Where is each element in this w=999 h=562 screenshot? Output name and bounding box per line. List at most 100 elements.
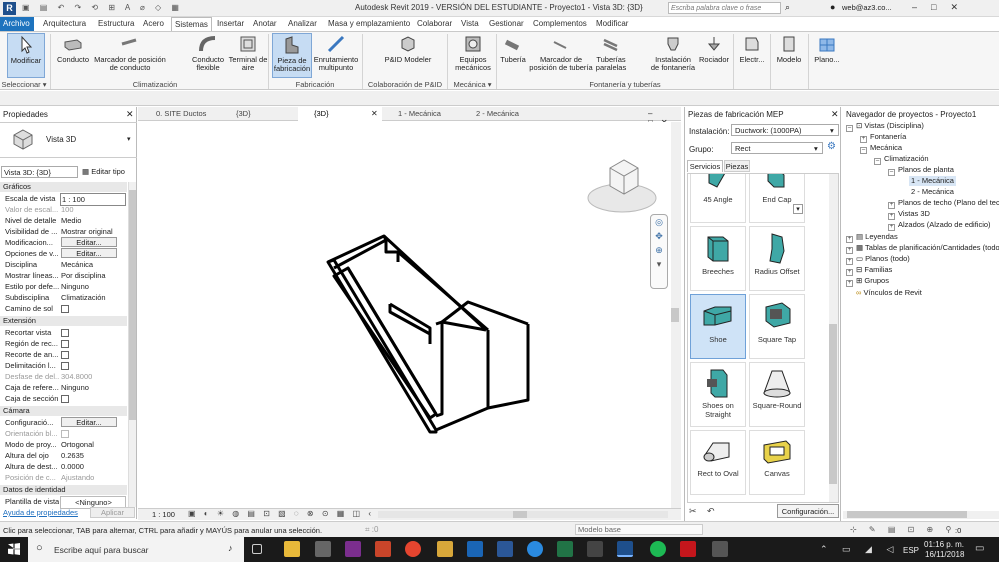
prop-row[interactable]: Región de rec... xyxy=(0,338,128,349)
prop-row[interactable]: Altura del ojo 0.2635 xyxy=(0,450,128,461)
close-icon[interactable]: ✕ xyxy=(126,109,134,120)
part-tile-selected[interactable]: Shoe xyxy=(690,294,746,359)
excel-icon[interactable] xyxy=(557,541,573,557)
view-tab[interactable]: {3D} xyxy=(220,107,280,121)
window-controls[interactable]: –□✕ xyxy=(912,2,972,13)
expand-icon[interactable]: + xyxy=(846,280,853,287)
scrollbar-thumb[interactable] xyxy=(129,190,136,420)
edit-button[interactable]: Editar... xyxy=(61,417,117,427)
collapse-icon[interactable]: – xyxy=(846,125,853,132)
work-plane-button[interactable]: Plano... xyxy=(812,33,842,78)
tree-node[interactable]: + ▭ Planos (todo) xyxy=(846,254,910,265)
acrobat-icon[interactable] xyxy=(680,541,696,557)
tab-masa[interactable]: Masa y emplazamiento xyxy=(325,17,413,31)
pipe-placeholder-button[interactable]: Marcador de posición de tubería xyxy=(528,33,594,78)
tree-node[interactable]: + Vistas 3D xyxy=(888,209,930,220)
group-select[interactable]: Rect ▾ xyxy=(731,142,823,154)
prop-value[interactable]: Ninguno xyxy=(60,281,126,292)
checkbox[interactable] xyxy=(61,351,69,359)
prop-row[interactable]: Nivel de detalle Medio xyxy=(0,215,128,226)
tab-colaborar[interactable]: Colaborar xyxy=(414,17,455,31)
multipoint-routing-button[interactable]: Enrutamiento multipunto xyxy=(313,33,359,78)
viewcube[interactable] xyxy=(586,150,661,220)
tree-node[interactable]: – Mecánica xyxy=(860,143,902,154)
prop-value[interactable]: 0.0000 xyxy=(60,461,126,472)
clock-time[interactable]: 01:16 p. m. xyxy=(924,540,964,549)
checkbox[interactable] xyxy=(61,329,69,337)
tree-node[interactable]: + ⊟ Familias xyxy=(846,265,892,276)
prop-value[interactable]: Medio xyxy=(60,215,126,226)
prop-row[interactable]: Modificacion... Editar... xyxy=(0,237,128,248)
tree-node-selected[interactable]: 1 - Mecánica xyxy=(909,176,956,186)
microphone-icon[interactable]: ♪ xyxy=(228,543,233,553)
tab-services[interactable]: Servicios xyxy=(687,160,723,172)
prop-row[interactable]: Caja de refere... Ninguno xyxy=(0,382,128,393)
prop-value[interactable]: Climatización xyxy=(60,292,126,303)
expand-icon[interactable]: + xyxy=(888,202,895,209)
tab-gestionar[interactable]: Gestionar xyxy=(486,17,527,31)
expand-icon[interactable]: + xyxy=(846,247,853,254)
plumbing-fixture-button[interactable]: Instalación de fontanería xyxy=(650,33,696,78)
part-tile[interactable]: Radius Offset xyxy=(749,226,805,291)
onenote-icon[interactable] xyxy=(345,541,361,557)
tab-arquitectura[interactable]: Arquitectura xyxy=(40,17,89,31)
tab-acero[interactable]: Acero xyxy=(140,17,167,31)
instance-selector[interactable]: Vista 3D: {3D} xyxy=(1,166,78,178)
collapse-icon[interactable]: – xyxy=(888,169,895,176)
electrical-button[interactable]: Electr... xyxy=(737,33,767,78)
tree-node[interactable]: – Planos de planta xyxy=(888,165,954,176)
close-tab-icon[interactable]: ✕ xyxy=(371,109,378,118)
part-tile[interactable]: End Cap xyxy=(749,174,805,223)
parallel-pipes-button[interactable]: Tuberías paralelas xyxy=(594,33,628,78)
prop-row[interactable]: Disciplina Mecánica xyxy=(0,259,128,270)
properties-scrollbar[interactable] xyxy=(128,182,136,507)
pid-modeler-button[interactable]: P&ID Modeler xyxy=(383,33,433,78)
word-icon[interactable] xyxy=(497,541,513,557)
browser-hscrollbar[interactable] xyxy=(843,511,999,519)
scrollbar-thumb[interactable] xyxy=(829,324,837,484)
part-tile[interactable]: Square Tap xyxy=(749,294,805,359)
tree-node[interactable]: + Fontanería xyxy=(860,132,906,143)
checkbox[interactable] xyxy=(61,340,69,348)
tab-archivo[interactable]: Archivo xyxy=(0,17,34,31)
flex-duct-button[interactable]: Conducto flexible xyxy=(190,33,226,78)
properties-help-link[interactable]: Ayuda de propiedades xyxy=(3,508,78,517)
tree-node[interactable]: +Planos de techo (Plano del techo) xyxy=(888,198,999,209)
panel-select[interactable]: Seleccionar ▾ xyxy=(0,80,48,90)
checkbox[interactable] xyxy=(61,362,69,370)
close-icon[interactable]: ✕ xyxy=(831,109,839,120)
user-icon[interactable]: ● xyxy=(830,2,835,12)
horizontal-scrollbar[interactable] xyxy=(378,511,668,518)
prop-row[interactable]: Subdisciplina Climatización xyxy=(0,292,128,303)
part-tile[interactable]: Square-Round xyxy=(749,362,805,427)
prop-row[interactable]: Visibilidad de ... Mostrar original xyxy=(0,226,128,237)
revit-logo-icon[interactable]: R xyxy=(3,2,16,15)
prop-row[interactable]: Modo de proy... Ortogonal xyxy=(0,439,128,450)
scrollbar-thumb[interactable] xyxy=(847,511,967,518)
prop-row[interactable]: Estilo por defe... Ninguno xyxy=(0,281,128,292)
tab-modificar[interactable]: Modificar xyxy=(593,17,631,31)
configuration-button[interactable]: Configuración... xyxy=(777,504,839,518)
expand-icon[interactable]: + xyxy=(846,258,853,265)
prop-row[interactable]: Opciones de v... Editar... xyxy=(0,248,128,259)
search-input[interactable]: Escriba palabra clave o frase xyxy=(668,2,781,14)
tree-node[interactable]: + ⊞ Grupos xyxy=(846,276,889,287)
pan-icon[interactable]: ✥ xyxy=(651,229,667,243)
prop-row[interactable]: Altura de dest... 0.0000 xyxy=(0,461,128,472)
folder-icon[interactable] xyxy=(437,541,453,557)
chevron-down-icon[interactable]: ▾ xyxy=(651,257,667,271)
model-select[interactable]: Modelo base xyxy=(575,524,703,535)
system-tray-icons[interactable]: ⌃ ▭ ◢ ◁ xyxy=(820,544,899,555)
quick-access-toolbar[interactable]: ▣ ▤ ↶ ↷ ⟲ ⊞ A ⌀ ◇ ▦ xyxy=(22,3,207,14)
prop-value[interactable]: Ninguno xyxy=(60,382,126,393)
store-icon[interactable] xyxy=(315,541,331,557)
windows-start-icon[interactable] xyxy=(8,543,20,555)
expand-icon[interactable]: + xyxy=(860,136,867,143)
revit-taskbar-icon[interactable] xyxy=(617,541,633,557)
mechanical-equipment-button[interactable]: Equipos mecánicos xyxy=(452,33,494,78)
sprinkler-button[interactable]: Rociador xyxy=(697,33,731,78)
view-tab[interactable]: 2 - Mecánica xyxy=(460,107,536,121)
air-terminal-button[interactable]: Terminal de aire xyxy=(228,33,268,78)
navigation-bar[interactable]: ◎ ✥ ⊕ ▾ xyxy=(650,214,668,289)
tab-vista[interactable]: Vista xyxy=(458,17,482,31)
